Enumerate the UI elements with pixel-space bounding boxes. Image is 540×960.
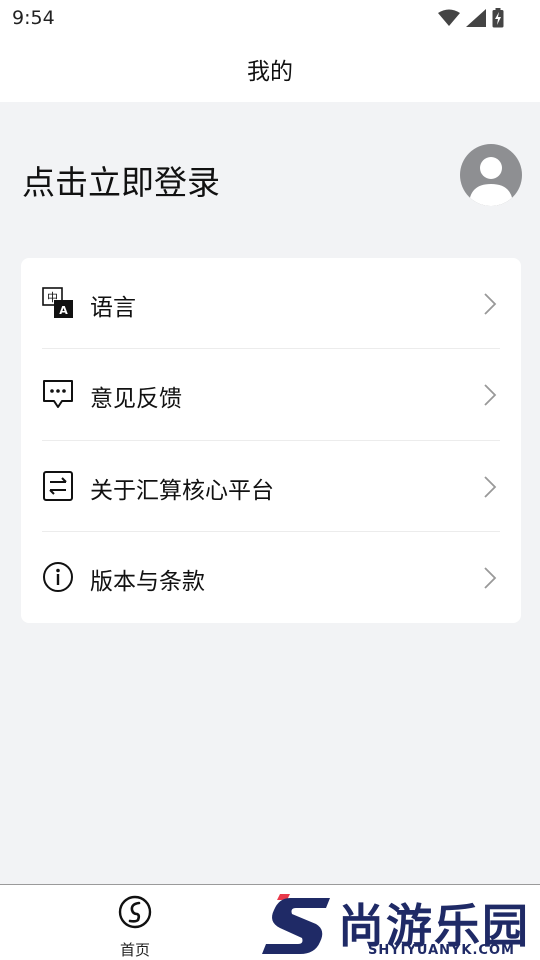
svg-text:A: A	[59, 304, 68, 317]
status-icons	[438, 8, 504, 28]
feedback-icon	[43, 380, 73, 408]
menu-item-label: 语言	[90, 295, 136, 321]
page-title: 我的	[247, 59, 293, 85]
watermark-logo: 尚游乐园 SHYIYUANYK.COM	[258, 888, 540, 960]
tab-home-label: 首页	[119, 941, 150, 959]
menu-card: 中 A 语言 意见反馈 关于汇算核心平台 版本与条款	[21, 258, 521, 623]
tab-home[interactable]: 首页	[105, 893, 165, 959]
menu-item-label: 版本与条款	[90, 569, 205, 595]
user-icon	[469, 157, 513, 206]
info-icon	[43, 562, 73, 592]
menu-item-feedback[interactable]: 意见反馈	[21, 349, 521, 440]
page-header: 我的	[0, 36, 540, 102]
chevron-right-icon	[484, 567, 497, 589]
signal-icon	[466, 9, 486, 27]
login-prompt[interactable]: 点击立即登录	[22, 156, 220, 204]
about-icon	[43, 471, 73, 501]
status-time: 9:54	[12, 7, 55, 29]
menu-item-label: 关于汇算核心平台	[90, 478, 274, 504]
menu-item-about[interactable]: 关于汇算核心平台	[21, 441, 521, 532]
login-section[interactable]: 点击立即登录	[0, 102, 540, 254]
menu-item-version-terms[interactable]: 版本与条款	[21, 532, 521, 623]
language-icon: 中 A	[42, 287, 73, 318]
avatar[interactable]	[460, 144, 522, 206]
menu-item-label: 意见反馈	[90, 386, 182, 412]
watermark-s-icon	[262, 894, 330, 954]
home-icon	[118, 895, 152, 929]
wifi-icon	[438, 9, 460, 26]
menu-item-language[interactable]: 中 A 语言	[21, 258, 521, 349]
watermark-url: SHYIYUANYK.COM	[368, 943, 515, 958]
chevron-right-icon	[484, 476, 497, 498]
chevron-right-icon	[484, 293, 497, 315]
status-bar: 9:54	[0, 0, 540, 36]
chevron-right-icon	[484, 384, 497, 406]
battery-icon	[492, 8, 504, 28]
